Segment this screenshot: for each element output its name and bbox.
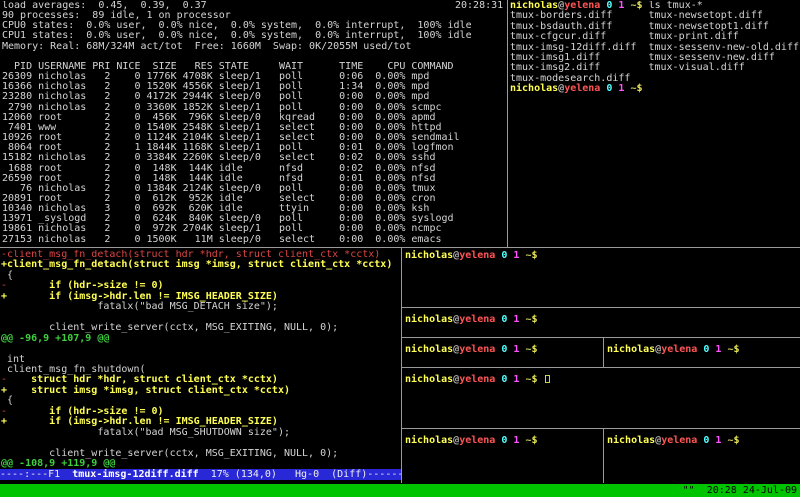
pane-emacs-diff[interactable]: -client_msg_fn_detach(struct hdr *hdr, s…: [1, 250, 401, 470]
prompt-symbol: $: [637, 83, 643, 94]
pane-border-vertical-bottom[interactable]: [401, 248, 402, 483]
pane-shell-d[interactable]: nicholas@yelena 0 1 ~$: [607, 345, 798, 355]
pane-border-horizontal-b[interactable]: [402, 337, 800, 338]
prompt-symbol: $: [532, 344, 538, 355]
pane-shell-g[interactable]: nicholas@yelena 0 1 ~$: [607, 436, 798, 446]
status-right-clock: "" 20:28 24-Jul-09: [683, 484, 797, 497]
pane-shell-b[interactable]: nicholas@yelena 0 1 ~$: [405, 315, 798, 325]
system-stats-line: Memory: Real: 68M/324M act/tot Free: 166…: [2, 42, 505, 52]
pane-shell-e[interactable]: nicholas@yelena 0 1 ~$: [405, 375, 798, 385]
prompt-host: yelena: [661, 435, 697, 446]
prompt-symbol: $: [532, 314, 538, 325]
prompt-user: nicholas: [405, 314, 453, 325]
emacs-buffer-name: tmux-imsg-12diff.diff: [72, 469, 198, 480]
prompt-symbol: $: [734, 344, 740, 355]
diff-line: fatalx("bad MSG_DETACH size");: [1, 302, 401, 312]
pane-border-horizontal-a[interactable]: [402, 307, 800, 308]
emacs-modeline[interactable]: ----:---F1 tmux-imsg-12diff.diff 17% (13…: [0, 469, 401, 480]
pane-shell-c[interactable]: nicholas@yelena 0 1 ~$: [405, 345, 601, 355]
tmux-screen: load averages: 0.45, 0.39, 0.3790 proces…: [0, 0, 800, 497]
prompt-host: yelena: [459, 374, 495, 385]
prompt-host: yelena: [661, 344, 697, 355]
diff-line: @@ -108,9 +119,9 @@: [1, 459, 401, 469]
modeline-info: 17% (134,0) Hg-0 (Diff): [199, 469, 368, 480]
terminal-cursor[interactable]: [545, 375, 550, 383]
modeline-prefix: ----:---F1: [0, 469, 72, 480]
process-row: 15182 nicholas 2 0 3384K 2260K sleep/0 s…: [2, 153, 505, 163]
pane-top-process-monitor[interactable]: load averages: 0.45, 0.39, 0.3790 proces…: [2, 1, 505, 246]
top-clock: 20:28:31: [455, 1, 503, 11]
shell-prompt: nicholas@yelena 0 1 ~$: [510, 84, 799, 94]
diff-line: +client_msg_fn_detach(struct imsg *imsg,…: [1, 260, 401, 270]
prompt-host: yelena: [459, 435, 495, 446]
prompt-symbol: $: [532, 435, 538, 446]
pane-border-horizontal-d[interactable]: [402, 428, 800, 429]
prompt-symbol: $: [532, 250, 538, 261]
diff-line: @@ -96,9 +107,9 @@: [1, 334, 401, 344]
prompt-host: yelena: [459, 250, 495, 261]
prompt-host: yelena: [459, 344, 495, 355]
modeline-dashes: ------------------------------: [367, 469, 401, 480]
prompt-user: nicholas: [607, 435, 655, 446]
pane-border-horizontal-c[interactable]: [402, 367, 800, 368]
pane-shell-a[interactable]: nicholas@yelena 0 1 ~$: [405, 251, 798, 261]
prompt-user: nicholas: [405, 250, 453, 261]
prompt-user: nicholas: [405, 344, 453, 355]
prompt-host: yelena: [564, 83, 600, 94]
prompt-host: yelena: [459, 314, 495, 325]
diff-line: fatalx("bad MSG_SHUTDOWN size");: [1, 428, 401, 438]
pane-shell-f[interactable]: nicholas@yelena 0 1 ~$: [405, 436, 601, 446]
prompt-user: nicholas: [405, 435, 453, 446]
pane-border-horizontal-middle[interactable]: [0, 247, 800, 248]
prompt-user: nicholas: [405, 374, 453, 385]
prompt-user: nicholas: [510, 83, 558, 94]
prompt-user: nicholas: [607, 344, 655, 355]
tmux-status-bar: [0] 0:irssi# 1:todo 2:ncmpc- 3:mutt 4:ss…: [0, 484, 800, 497]
diff-line: [1, 344, 401, 354]
pane-border-vertical-fg[interactable]: [603, 429, 604, 483]
pane-border-vertical-top[interactable]: [507, 0, 508, 247]
process-row: 27153 nicholas 2 0 1500K 11M sleep/0 sel…: [2, 235, 505, 245]
diff-line: + struct imsg *imsg, struct client_ctx *…: [1, 386, 401, 396]
pane-shell-ls[interactable]: nicholas@yelena 0 1 ~$ ls tmux-*tmux-bor…: [510, 1, 799, 246]
prompt-symbol: $: [734, 435, 740, 446]
pane-border-vertical-cd[interactable]: [603, 338, 604, 367]
